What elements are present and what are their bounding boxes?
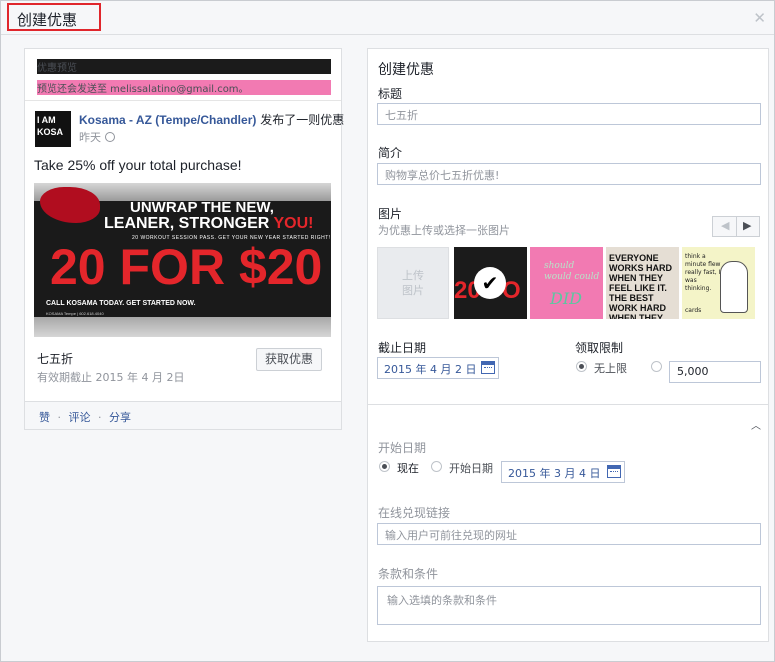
- upload-image-button[interactable]: 上传 图片: [377, 247, 449, 319]
- offer-title: 七五折: [37, 352, 74, 366]
- terms-textarea[interactable]: 输入选填的条款和条件: [377, 586, 761, 625]
- start-date-value: 2015 年 3 月 4 日: [508, 467, 601, 480]
- end-date-value: 2015 年 4 月 2 日: [384, 363, 477, 376]
- preview-note: 预览还会发送至 melissalatino@gmail.com。: [37, 80, 331, 95]
- dialog-title: 创建优惠: [7, 3, 101, 31]
- ad-cta: CALL KOSAMA TODAY. GET STARTED NOW.: [46, 300, 196, 307]
- title-input[interactable]: 七五折: [377, 103, 761, 125]
- post-action: 发布了一则优惠: [260, 113, 345, 127]
- terms-label: 条款和条件: [378, 567, 439, 581]
- start-date-picker[interactable]: 2015 年 3 月 4 日: [501, 461, 625, 483]
- image-pager: ◀ ▶: [712, 216, 760, 237]
- get-offer-button[interactable]: 获取优惠: [256, 348, 322, 371]
- pager-divider: [736, 217, 737, 236]
- thumb-4-text: think a minute flew really fast, I was t…: [685, 253, 721, 292]
- upload-label-1: 上传: [402, 269, 424, 282]
- ad-headline-2: LEANER, STRONGER YOU!: [104, 215, 314, 233]
- description-label: 简介: [378, 146, 403, 160]
- checkmark-icon: ✔: [474, 267, 506, 299]
- thumb-2-did: DID: [550, 289, 582, 308]
- offer-image[interactable]: UNWRAP THE NEW, LEANER, STRONGER YOU! 20…: [34, 183, 331, 337]
- limit-number-input[interactable]: 5,000: [669, 361, 761, 383]
- description-input[interactable]: 购物享总价七五折优惠!: [377, 163, 761, 185]
- preview-header: 优惠预览 预览还会发送至 melissalatino@gmail.com。: [25, 49, 341, 101]
- chevron-up-icon[interactable]: ︿: [751, 417, 761, 432]
- ad-body-copy: [230, 249, 326, 295]
- image-thumbnail[interactable]: should would could DID: [530, 247, 603, 319]
- start-on-date-radio[interactable]: [431, 461, 442, 472]
- ad-headline-1: UNWRAP THE NEW,: [130, 199, 274, 216]
- create-offer-dialog: 创建优惠 ✕ 优惠预览 预览还会发送至 melissalatino@gmail.…: [0, 0, 775, 662]
- ad-contact: KOSAMA Tempe | 602.618.4040: [46, 311, 104, 316]
- form-heading: 创建优惠: [378, 62, 434, 78]
- thumb-3-text: EVERYONE WORKS HARD WHEN THEY FEEL LIKE …: [609, 253, 672, 319]
- end-date-label: 截止日期: [378, 341, 427, 355]
- share-link[interactable]: 分享: [109, 411, 131, 424]
- torn-paper-bottom: [34, 317, 331, 337]
- post-time-text[interactable]: 昨天: [79, 131, 101, 144]
- calendar-icon[interactable]: [481, 361, 495, 374]
- ad-headline-2b: YOU!: [273, 215, 314, 232]
- offer-preview: 优惠预览 预览还会发送至 melissalatino@gmail.com。 I …: [24, 48, 344, 430]
- post-time: 昨天: [79, 129, 115, 145]
- post-caption: Take 25% off your total purchase!: [34, 157, 242, 173]
- start-now-radio[interactable]: [379, 461, 390, 472]
- separator-dot: ·: [57, 411, 62, 424]
- prev-arrow-icon[interactable]: ◀: [721, 219, 729, 232]
- globe-icon: [105, 132, 115, 142]
- thumb-2-text: should would could: [544, 261, 600, 282]
- dialog-titlebar: 创建优惠 ✕: [1, 1, 774, 35]
- social-actions: 赞 · 评论 · 分享: [24, 401, 342, 430]
- offer-form: 创建优惠 标题 七五折 简介 购物享总价七五折优惠! 图片 为优惠上传或选择一张…: [367, 48, 769, 642]
- redeem-link-label: 在线兑现链接: [378, 506, 451, 520]
- like-link[interactable]: 赞: [39, 411, 50, 424]
- section-divider: [368, 404, 768, 405]
- preview-title: 优惠预览: [37, 59, 331, 74]
- image-thumbnail-selected[interactable]: 20 FO ✔: [454, 247, 527, 319]
- separator-dot: ·: [98, 411, 102, 424]
- end-date-picker[interactable]: 2015 年 4 月 2 日: [377, 357, 499, 379]
- title-label: 标题: [378, 87, 403, 101]
- limit-number-radio[interactable]: [651, 361, 662, 372]
- image-thumbnail[interactable]: EVERYONE WORKS HARD WHEN THEY FEEL LIKE …: [606, 247, 679, 319]
- claim-limit-label: 领取限制: [575, 341, 624, 355]
- comment-link[interactable]: 评论: [69, 411, 91, 424]
- image-thumbnail[interactable]: think a minute flew really fast, I was t…: [682, 247, 755, 319]
- image-label: 图片: [378, 207, 403, 221]
- image-hint: 为优惠上传或选择一张图片: [378, 224, 510, 237]
- red-bow-graphic: [40, 187, 100, 223]
- redeem-link-input[interactable]: 输入用户可前往兑现的网址: [377, 523, 761, 545]
- upload-label-2: 图片: [402, 284, 424, 297]
- post-header: Kosama - AZ (Tempe/Chandler) 发布了一则优惠: [79, 111, 344, 128]
- limit-unlimited-radio[interactable]: [576, 361, 587, 372]
- next-arrow-icon[interactable]: ▶: [743, 219, 751, 232]
- ad-headline-2a: LEANER, STRONGER: [104, 215, 274, 232]
- calendar-icon[interactable]: [607, 465, 621, 478]
- limit-unlimited-label: 无上限: [594, 362, 627, 375]
- offer-expiry: 有效期截止 2015 年 4 月 2日: [37, 371, 185, 384]
- close-icon[interactable]: ✕: [753, 9, 766, 27]
- start-date-label: 开始日期: [378, 441, 427, 455]
- thumb-4-brand: cards: [685, 307, 702, 314]
- page-avatar[interactable]: I AM KOSA: [35, 111, 71, 147]
- woman-illustration: [720, 261, 748, 313]
- start-on-date-label: 开始日期: [449, 462, 493, 475]
- start-now-label: 现在: [397, 462, 419, 475]
- page-name-link[interactable]: Kosama - AZ (Tempe/Chandler): [79, 113, 256, 127]
